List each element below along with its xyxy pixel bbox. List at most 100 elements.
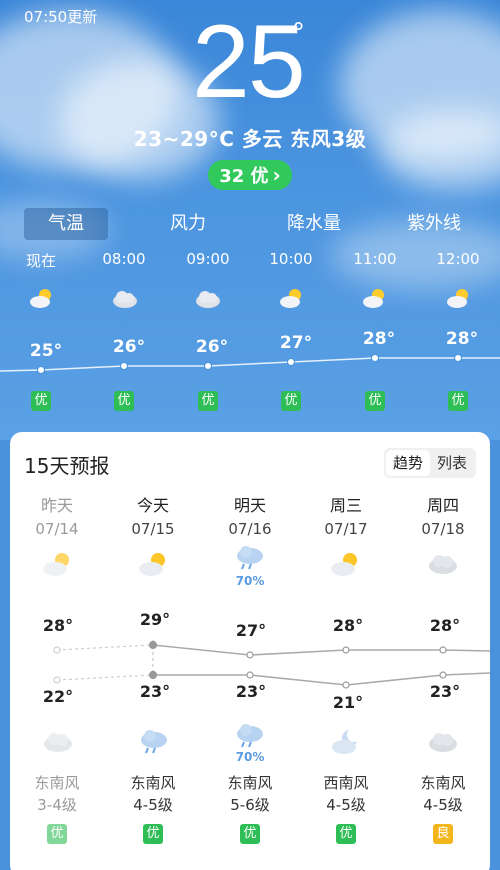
aqi-badge: 优 xyxy=(365,391,385,411)
hour-time: 12:00 xyxy=(436,250,480,268)
hour-aqi-cell: 优 xyxy=(261,389,321,411)
forecast-day-column[interactable]: 昨天 07/14 xyxy=(12,492,102,538)
day-name: 明天 xyxy=(233,496,266,515)
forecast-day-column[interactable]: 周三 07/17 xyxy=(301,492,391,538)
day-aqi-cell: 优 xyxy=(108,822,198,844)
high-temp: 27° xyxy=(235,621,267,640)
partly-cloudy-icon xyxy=(330,550,362,582)
hour-temp: 28° xyxy=(362,329,396,349)
hour-time: 11:00 xyxy=(353,250,397,268)
low-temp-point xyxy=(439,671,447,679)
moon-cloud-icon xyxy=(330,728,362,760)
hourly-temp-point xyxy=(204,362,212,370)
hourly-item: 09:00 xyxy=(178,250,238,268)
day-name: 昨天 xyxy=(40,496,73,515)
wind-info: 东南风 4-5级 xyxy=(398,772,488,816)
hour-aqi-cell: 优 xyxy=(94,389,154,411)
wind-level: 3-4级 xyxy=(37,796,77,814)
hour-aqi-cell: 优 xyxy=(428,389,488,411)
aqi-badge: 优 xyxy=(114,391,134,411)
high-temp: 28° xyxy=(42,616,74,635)
hour-time: 现在 xyxy=(25,252,56,270)
wind-info: 西南风 4-5级 xyxy=(301,772,391,816)
hourly-temp-point xyxy=(37,366,45,374)
wind-direction: 东南风 xyxy=(420,774,466,792)
wind-direction: 东南风 xyxy=(227,774,273,792)
hour-time: 08:00 xyxy=(102,250,146,268)
hour-temp: 26° xyxy=(112,337,146,357)
hour-temp: 26° xyxy=(195,337,229,357)
hour-aqi-cell: 优 xyxy=(345,389,405,411)
low-temp: 23° xyxy=(429,682,461,701)
hourly-temp-point xyxy=(371,354,379,362)
hour-aqi-cell: 优 xyxy=(178,389,238,411)
hour-aqi-cell: 优 xyxy=(11,389,71,411)
cloudy-icon xyxy=(111,288,139,314)
day-date: 07/14 xyxy=(35,520,79,538)
day-date: 07/17 xyxy=(324,520,368,538)
low-temp-point xyxy=(53,676,61,684)
hour-temp: 25° xyxy=(29,341,63,361)
day-aqi-cell: 良 xyxy=(398,822,488,844)
forecast-day-column[interactable]: 今天 07/15 xyxy=(108,492,198,538)
aqi-badge: 优 xyxy=(281,391,301,411)
aqi-badge: 优 xyxy=(143,824,163,844)
hour-time: 09:00 xyxy=(186,250,230,268)
cloudy-icon xyxy=(42,730,74,758)
wind-direction: 东南风 xyxy=(130,774,176,792)
low-temp: 23° xyxy=(235,682,267,701)
high-temp-point xyxy=(148,640,158,650)
high-temp-point xyxy=(53,646,61,654)
precip-chance: 70% xyxy=(235,574,265,588)
aqi-badge: 优 xyxy=(31,391,51,411)
low-temp: 22° xyxy=(42,687,74,706)
hourly-item: 10:00 xyxy=(261,250,321,268)
wind-level: 4-5级 xyxy=(326,796,366,814)
wind-level: 5-6级 xyxy=(230,796,270,814)
wind-direction: 东南风 xyxy=(34,774,80,792)
rain-cloud-icon xyxy=(234,722,266,752)
day-date: 07/16 xyxy=(228,520,272,538)
low-temp: 21° xyxy=(332,693,364,712)
rain-cloud-icon xyxy=(138,728,170,758)
aqi-badge: 优 xyxy=(240,824,260,844)
partly-cloudy-icon xyxy=(445,286,473,314)
high-temp: 28° xyxy=(332,616,364,635)
low-temp-point xyxy=(246,671,254,679)
aqi-badge: 优 xyxy=(47,824,67,844)
cloudy-icon xyxy=(194,288,222,314)
day-aqi-cell: 优 xyxy=(301,822,391,844)
low-temp-point xyxy=(342,681,350,689)
hourly-item: 11:00 xyxy=(345,250,405,268)
hour-temp: 28° xyxy=(445,329,479,349)
hourly-temp-point xyxy=(454,354,462,362)
rain-cloud-icon xyxy=(234,544,266,574)
hourly-temperature-line xyxy=(0,354,500,374)
cloudy-icon xyxy=(427,552,459,580)
forecast-day-column[interactable]: 明天 07/16 xyxy=(205,492,295,538)
partly-cloudy-icon xyxy=(42,550,74,582)
low-temp: 23° xyxy=(139,682,171,701)
high-temp-point xyxy=(246,651,254,659)
precip-chance: 70% xyxy=(235,750,265,764)
aqi-badge: 良 xyxy=(433,824,453,844)
hourly-item: 12:00 xyxy=(428,250,488,268)
wind-info: 东南风 4-5级 xyxy=(108,772,198,816)
wind-direction: 西南风 xyxy=(323,774,369,792)
forecast-day-column[interactable]: 周四 07/18 xyxy=(398,492,488,538)
high-temp-point xyxy=(342,646,350,654)
hourly-item: 08:00 xyxy=(94,250,154,268)
forecast-card: 15天预报 趋势 列表 昨天 07/14 今天 07/15 明天 07/16 周… xyxy=(10,432,490,870)
wind-info: 东南风 5-6级 xyxy=(205,772,295,816)
hour-time: 10:00 xyxy=(269,250,313,268)
wind-level: 4-5级 xyxy=(423,796,463,814)
aqi-badge: 优 xyxy=(336,824,356,844)
hour-temp: 27° xyxy=(279,333,313,353)
hourly-temp-point xyxy=(120,362,128,370)
day-date: 07/18 xyxy=(421,520,465,538)
aqi-badge: 优 xyxy=(448,391,468,411)
partly-cloudy-icon xyxy=(28,286,56,314)
day-date: 07/15 xyxy=(131,520,175,538)
high-temp: 28° xyxy=(429,616,461,635)
hourly-item: 现在 xyxy=(11,250,71,271)
